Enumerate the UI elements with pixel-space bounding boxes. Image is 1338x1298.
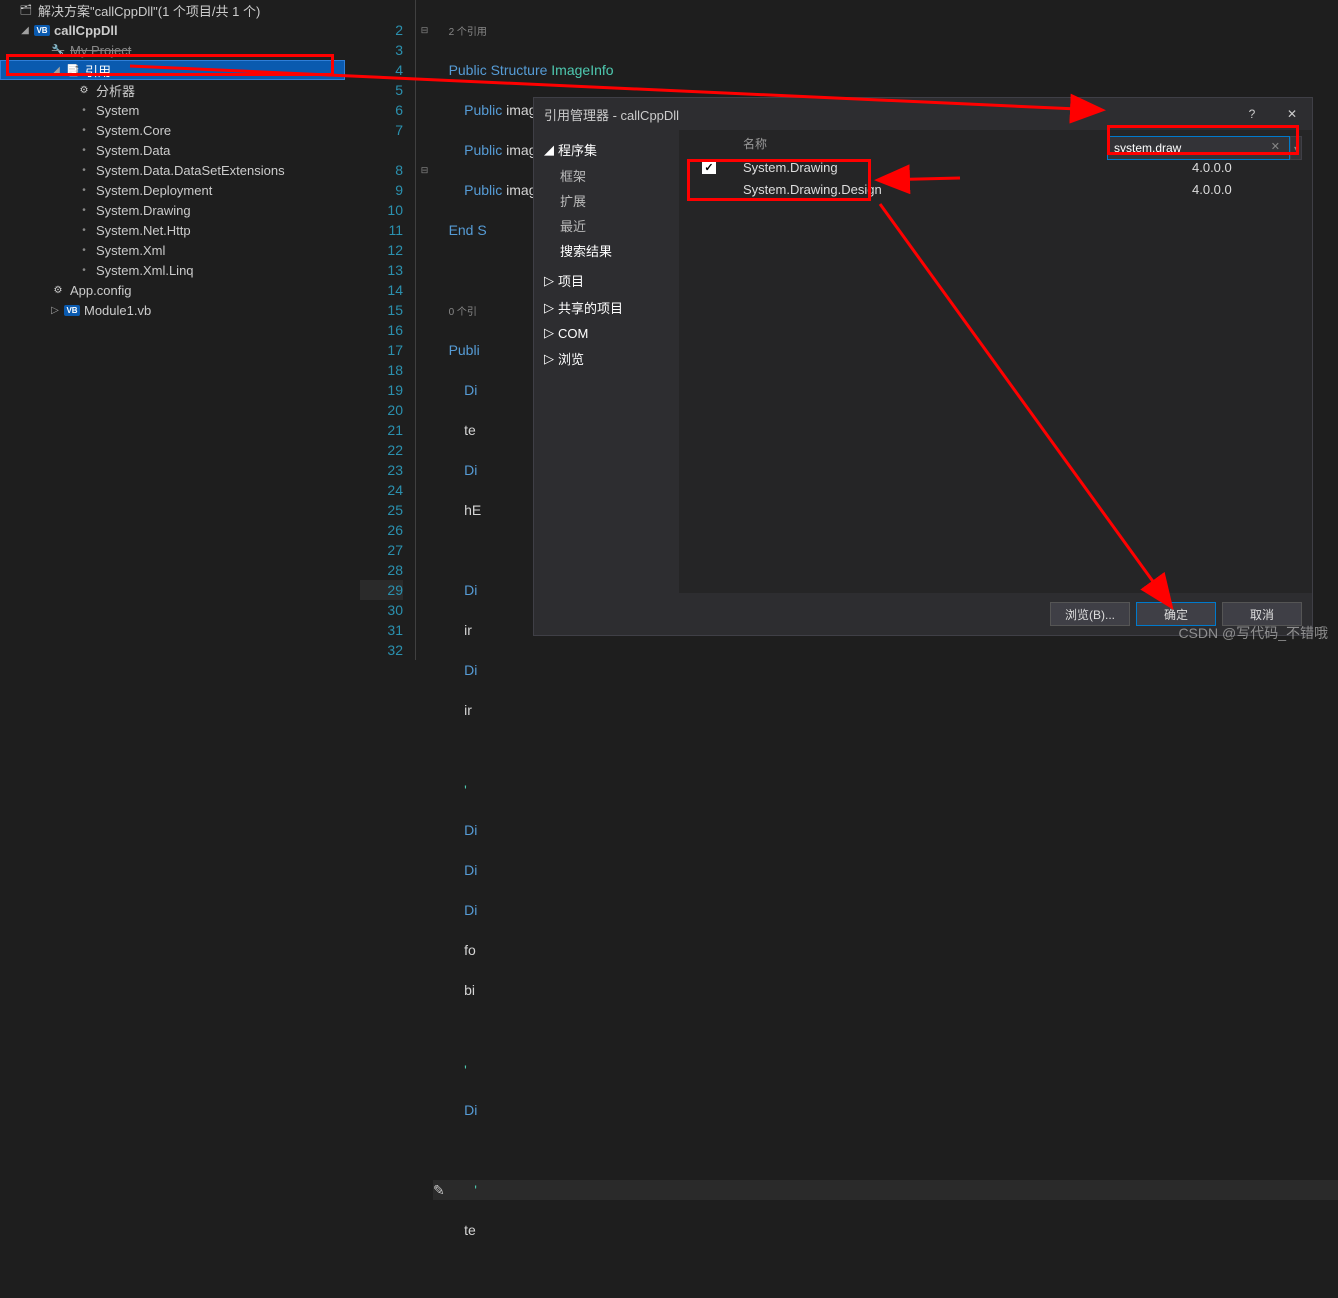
analyzer-icon: ⚙ xyxy=(76,82,92,98)
reference-icon xyxy=(76,222,92,238)
chevron-right-icon: ▷ xyxy=(544,300,554,316)
reference-item[interactable]: System.Data xyxy=(0,140,345,160)
dialog-nav: ◢程序集 框架 扩展 最近 搜索结果 ▷项目 ▷共享的项目 ▷COM ▷浏览 xyxy=(534,130,679,593)
reference-item[interactable]: System.Deployment xyxy=(0,180,345,200)
search-input[interactable] xyxy=(1107,136,1290,160)
wrench-icon: 🔧 xyxy=(50,42,66,58)
chevron-right-icon: ▷ xyxy=(544,351,554,367)
project-node[interactable]: ◢ VB callCppDll xyxy=(0,20,345,40)
nav-projects[interactable]: ▷项目 xyxy=(544,267,669,294)
chevron-down-icon: ◢ xyxy=(51,65,61,76)
solution-title: 解决方案"callCppDll"(1 个项目/共 1 个) xyxy=(38,1,260,20)
dialog-titlebar[interactable]: 引用管理器 - callCppDll ? ✕ xyxy=(534,98,1312,130)
reference-item[interactable]: System.Data.DataSetExtensions xyxy=(0,160,345,180)
reference-icon xyxy=(76,122,92,138)
nav-assemblies[interactable]: ◢程序集 xyxy=(544,136,669,163)
chevron-right-icon: ▷ xyxy=(544,325,554,341)
reference-list: ✕ ▾ 名称 版本 ✓System.Drawing4.0.0.0System.D… xyxy=(679,130,1312,593)
project-name: callCppDll xyxy=(54,23,118,38)
nav-recent[interactable]: 最近 xyxy=(544,213,669,238)
nav-browse[interactable]: ▷浏览 xyxy=(544,345,669,372)
dialog-title: 引用管理器 - callCppDll xyxy=(544,105,679,124)
reference-item[interactable]: System.Core xyxy=(0,120,345,140)
browse-button[interactable]: 浏览(B)... xyxy=(1050,602,1130,626)
checkbox-icon[interactable]: ✓ xyxy=(702,160,716,174)
clear-search-icon[interactable]: ✕ xyxy=(1271,140,1280,153)
reference-icon xyxy=(76,162,92,178)
nav-extensions[interactable]: 扩展 xyxy=(544,188,669,213)
app-config-node[interactable]: ⚙ App.config xyxy=(0,280,345,300)
module-file-node[interactable]: ▷ VB Module1.vb xyxy=(0,300,345,320)
reference-item[interactable]: System.Net.Http xyxy=(0,220,345,240)
reference-item[interactable]: System.Drawing xyxy=(0,200,345,220)
watermark: CSDN @写代码_不错哦 xyxy=(1178,623,1328,643)
reference-icon xyxy=(76,262,92,278)
reference-icon xyxy=(76,202,92,218)
reference-icon xyxy=(76,102,92,118)
analyzers-node[interactable]: ⚙ 分析器 xyxy=(0,80,345,100)
vb-project-icon: VB xyxy=(34,22,50,38)
config-icon: ⚙ xyxy=(50,282,66,298)
vb-file-icon: VB xyxy=(64,302,80,318)
list-item[interactable]: System.Drawing.Design4.0.0.0 xyxy=(679,178,1312,200)
chevron-down-icon: ◢ xyxy=(544,142,554,158)
chevron-right-icon: ▷ xyxy=(544,273,554,289)
nav-com[interactable]: ▷COM xyxy=(544,321,669,345)
nav-shared-projects[interactable]: ▷共享的项目 xyxy=(544,294,669,321)
solution-node[interactable]: 🗂 解决方案"callCppDll"(1 个项目/共 1 个) xyxy=(0,0,345,20)
solution-explorer: 🗂 解决方案"callCppDll"(1 个项目/共 1 个) ◢ VB cal… xyxy=(0,0,345,649)
search-dropdown-icon[interactable]: ▾ xyxy=(1290,136,1302,160)
references-icon xyxy=(65,62,81,78)
quill-icon: ✎ xyxy=(433,1180,447,1200)
line-number-gutter: 2345678910111213141516171819202122232425… xyxy=(360,0,415,649)
my-project-node[interactable]: 🔧 My Project xyxy=(0,40,345,60)
fold-column: ⊟⊟ xyxy=(415,0,433,649)
help-button[interactable]: ? xyxy=(1232,99,1272,129)
nav-search-results[interactable]: 搜索结果 xyxy=(544,238,669,263)
reference-icon xyxy=(76,182,92,198)
reference-item[interactable]: System.Xml xyxy=(0,240,345,260)
reference-item[interactable]: System.Xml.Linq xyxy=(0,260,345,280)
nav-framework[interactable]: 框架 xyxy=(544,163,669,188)
reference-icon xyxy=(76,242,92,258)
references-node[interactable]: ◢ 引用 xyxy=(0,60,345,80)
chevron-right-icon: ▷ xyxy=(50,305,60,316)
reference-manager-dialog: 引用管理器 - callCppDll ? ✕ ◢程序集 框架 扩展 最近 搜索结… xyxy=(533,97,1313,636)
close-button[interactable]: ✕ xyxy=(1272,99,1312,129)
reference-icon xyxy=(76,142,92,158)
chevron-down-icon: ◢ xyxy=(20,25,30,36)
reference-item[interactable]: System xyxy=(0,100,345,120)
solution-icon: 🗂 xyxy=(18,2,34,18)
